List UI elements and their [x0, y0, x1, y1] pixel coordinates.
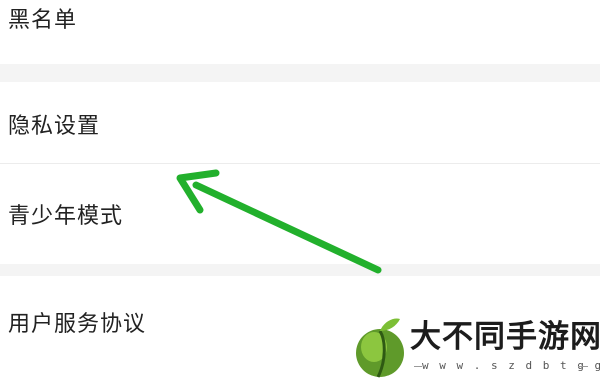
- menu-item-label: 隐私设置: [8, 114, 101, 139]
- menu-item-privacy-settings[interactable]: 隐私设置: [0, 112, 600, 142]
- watermark-rule: [578, 366, 588, 367]
- menu-item-label: 青少年模式: [8, 204, 124, 229]
- settings-screen: 黑名单 隐私设置 青少年模式 用户服务协议 大不同手游网 w w w . s z…: [0, 0, 600, 391]
- section-separator: [0, 264, 600, 276]
- menu-item-label: 用户服务协议: [8, 312, 147, 337]
- menu-item-user-agreement[interactable]: 用户服务协议: [0, 310, 600, 340]
- watermark-rule: [414, 366, 422, 367]
- menu-item-teen-mode[interactable]: 青少年模式: [0, 202, 600, 232]
- section-separator: [0, 64, 600, 82]
- watermark-url: w w w . s z d b t g g . c o m: [422, 359, 600, 372]
- menu-item-label: 黑名单: [8, 8, 78, 33]
- divider: [0, 163, 600, 164]
- menu-item-blacklist[interactable]: 黑名单: [0, 6, 600, 36]
